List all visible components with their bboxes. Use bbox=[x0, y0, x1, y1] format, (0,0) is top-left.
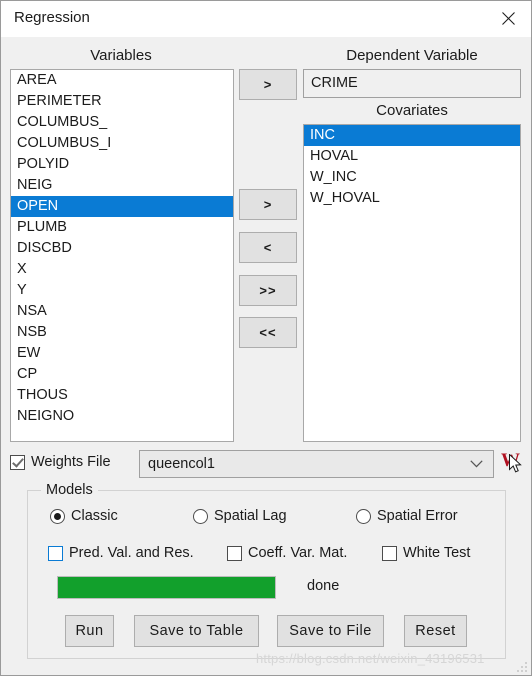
covariate-item-label: W_HOVAL bbox=[310, 190, 380, 206]
variable-item[interactable]: EW bbox=[11, 343, 233, 364]
models-legend: Models bbox=[41, 482, 98, 498]
option-white-test-box bbox=[382, 545, 397, 561]
resize-grip-icon[interactable] bbox=[515, 660, 527, 672]
variable-item-label: X bbox=[17, 261, 27, 277]
variables-listbox[interactable]: AREA PERIMETER COLUMBUS_ COLUMBUS_I POLYID NE… bbox=[10, 69, 234, 442]
variable-item-label: DISCBD bbox=[17, 240, 72, 256]
model-radio-spatial-error-label: Spatial Error bbox=[377, 508, 458, 524]
progress-status-label: done bbox=[307, 578, 340, 594]
progress-bar-fill bbox=[58, 577, 275, 598]
variable-item[interactable]: X bbox=[11, 259, 233, 280]
variable-item-label: COLUMBUS_I bbox=[17, 135, 112, 151]
option-white-test[interactable]: White Test bbox=[382, 545, 470, 561]
close-button[interactable] bbox=[485, 1, 531, 36]
variable-item-label: NEIGNO bbox=[17, 408, 75, 424]
variable-item[interactable]: NEIG bbox=[11, 175, 233, 196]
option-coeff-var-mat[interactable]: Coeff. Var. Mat. bbox=[227, 545, 347, 561]
variable-item[interactable]: NSB bbox=[11, 322, 233, 343]
option-pred-val-and-res-label: Pred. Val. and Res. bbox=[69, 545, 194, 561]
variable-item[interactable]: NSA bbox=[11, 301, 233, 322]
variable-item[interactable]: AREA bbox=[11, 70, 233, 91]
save-to-table-button[interactable]: Save to Table bbox=[134, 615, 259, 647]
variable-item[interactable]: COLUMBUS_I bbox=[11, 133, 233, 154]
option-coeff-var-mat-label: Coeff. Var. Mat. bbox=[248, 545, 348, 561]
variable-item[interactable]: POLYID bbox=[11, 154, 233, 175]
model-radio-classic-label: Classic bbox=[71, 508, 118, 524]
covariates-listbox[interactable]: INC HOVAL W_INC W_HOVAL bbox=[303, 124, 521, 442]
title-bar: Regression bbox=[1, 1, 531, 37]
variable-item-label: COLUMBUS_ bbox=[17, 114, 108, 130]
weights-file-dropdown[interactable]: queencol1 bbox=[139, 450, 494, 478]
variable-item[interactable]: COLUMBUS_ bbox=[11, 112, 233, 133]
dependent-variable-field[interactable]: CRIME bbox=[303, 69, 521, 98]
variable-item-label: NSA bbox=[17, 303, 47, 319]
covariate-item[interactable]: W_INC bbox=[304, 167, 520, 188]
covariates-heading: Covariates bbox=[376, 102, 448, 119]
add-dependent-button[interactable]: > bbox=[239, 69, 297, 100]
model-radio-spatial-lag-dot bbox=[193, 508, 208, 524]
variable-item-label: PLUMB bbox=[17, 219, 67, 235]
covariate-item-label: INC bbox=[310, 127, 335, 143]
variable-item[interactable]: OPEN bbox=[11, 196, 233, 217]
model-radio-classic[interactable]: Classic bbox=[50, 508, 118, 524]
variable-item-label: PERIMETER bbox=[17, 93, 102, 109]
regression-dialog: Regression Variables AREA PERIMETER COLUMB… bbox=[0, 0, 532, 676]
variable-item[interactable]: PERIMETER bbox=[11, 91, 233, 112]
remove-covariate-button[interactable]: < bbox=[239, 232, 297, 263]
variable-item-label: Y bbox=[17, 282, 27, 298]
chevron-down-icon bbox=[470, 451, 483, 477]
variable-item-label: CP bbox=[17, 366, 38, 382]
add-covariate-button[interactable]: > bbox=[239, 189, 297, 220]
option-pred-val-and-res-box bbox=[48, 545, 63, 561]
covariate-item[interactable]: W_HOVAL bbox=[304, 188, 520, 209]
covariate-item[interactable]: HOVAL bbox=[304, 146, 520, 167]
variable-item-label: OPEN bbox=[17, 198, 59, 214]
covariate-item[interactable]: INC bbox=[304, 125, 520, 146]
variable-item[interactable]: PLUMB bbox=[11, 217, 233, 238]
close-icon bbox=[501, 12, 515, 25]
model-radio-spatial-lag-label: Spatial Lag bbox=[214, 508, 287, 524]
add-all-covariates-button[interactable]: >> bbox=[239, 275, 297, 306]
covariate-item-label: HOVAL bbox=[310, 148, 359, 164]
option-pred-val-and-res[interactable]: Pred. Val. and Res. bbox=[48, 545, 194, 561]
variable-item[interactable]: DISCBD bbox=[11, 238, 233, 259]
variable-item-label: NEIG bbox=[17, 177, 53, 193]
remove-all-covariates-button[interactable]: << bbox=[239, 317, 297, 348]
model-radio-spatial-lag[interactable]: Spatial Lag bbox=[193, 508, 287, 524]
progress-bar bbox=[57, 576, 276, 599]
weights-file-label: Weights File bbox=[31, 454, 111, 470]
variable-item-label: POLYID bbox=[17, 156, 70, 172]
variable-item-label: NSB bbox=[17, 324, 47, 340]
model-radio-spatial-error-dot bbox=[356, 508, 371, 524]
dependent-variable-heading: Dependent Variable bbox=[346, 47, 478, 64]
save-to-file-button[interactable]: Save to File bbox=[277, 615, 384, 647]
variable-item-label: THOUS bbox=[17, 387, 68, 403]
model-radio-classic-dot bbox=[50, 508, 65, 524]
covariate-item-label: W_INC bbox=[310, 169, 357, 185]
w-weights-icon[interactable]: W bbox=[501, 451, 520, 470]
run-button[interactable]: Run bbox=[65, 615, 114, 647]
reset-button[interactable]: Reset bbox=[404, 615, 467, 647]
weights-file-checkbox[interactable]: Weights File bbox=[10, 454, 111, 470]
watermark-text: https://blog.csdn.net/weixin_43196531 bbox=[256, 651, 485, 666]
variable-item[interactable]: Y bbox=[11, 280, 233, 301]
window-title: Regression bbox=[14, 9, 90, 26]
option-white-test-label: White Test bbox=[403, 545, 471, 561]
weights-file-selected-value: queencol1 bbox=[148, 456, 215, 472]
option-coeff-var-mat-box bbox=[227, 545, 242, 561]
variable-item-label: EW bbox=[17, 345, 41, 361]
weights-file-checkbox-box bbox=[10, 454, 25, 470]
variable-item[interactable]: THOUS bbox=[11, 385, 233, 406]
variable-item[interactable]: CP bbox=[11, 364, 233, 385]
variable-item[interactable]: NEIGNO bbox=[11, 406, 233, 427]
model-radio-spatial-error[interactable]: Spatial Error bbox=[356, 508, 458, 524]
variables-heading: Variables bbox=[90, 47, 152, 64]
variable-item-label: AREA bbox=[17, 72, 57, 88]
